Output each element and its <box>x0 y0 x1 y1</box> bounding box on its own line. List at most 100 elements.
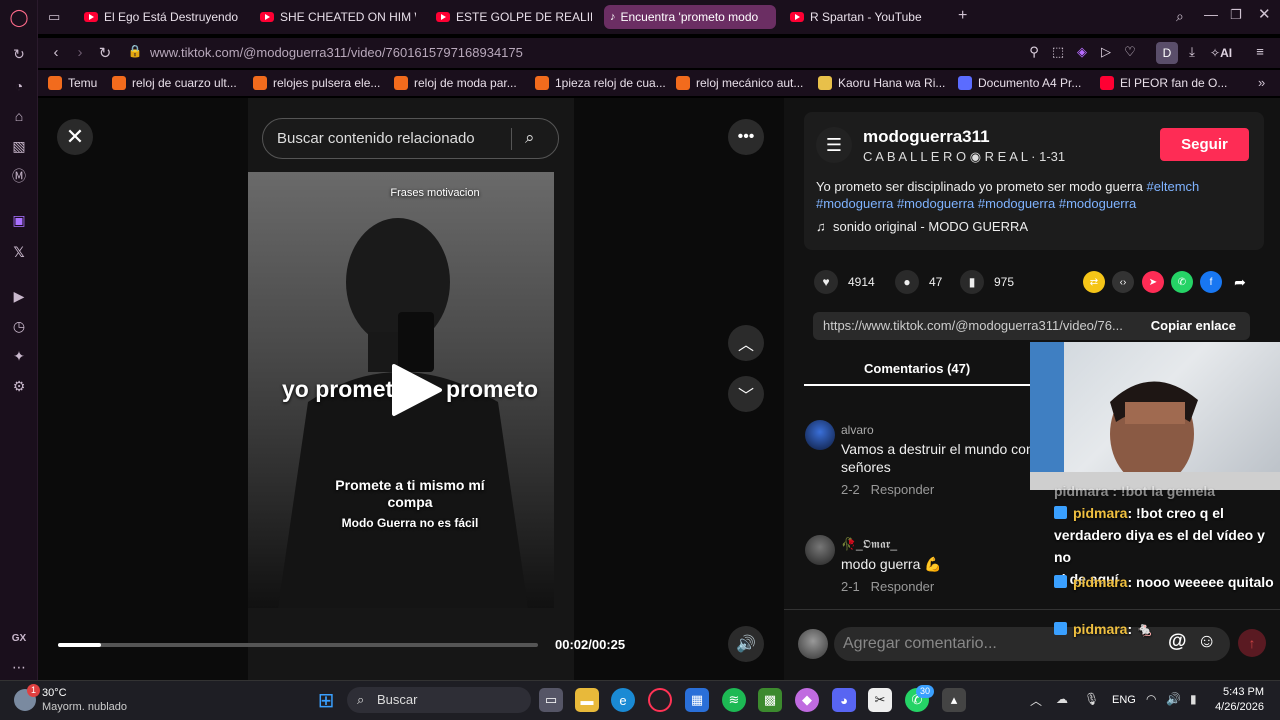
mail-icon[interactable]: Ⓜ <box>9 166 29 186</box>
file-explorer-icon[interactable]: ▬ <box>575 688 599 712</box>
embed-icon[interactable]: ‹› <box>1112 271 1134 293</box>
speaker-icon[interactable]: 🔊 <box>1166 692 1181 706</box>
clock-time[interactable]: 5:43 PM <box>1218 686 1264 698</box>
weather-temp[interactable]: 30°C <box>42 687 67 699</box>
bookmark-item[interactable]: 1pieza reloj de cua... <box>535 75 666 91</box>
taskbar-search[interactable]: ⌕ Buscar <box>347 687 531 713</box>
tab-4-active[interactable]: ♪ Encuentra 'prometo modo <box>604 5 776 29</box>
previous-video-icon[interactable]: ︿ <box>728 325 764 361</box>
battery-icon[interactable]: ▮ <box>1190 692 1197 706</box>
send-icon[interactable]: ➤ <box>1142 271 1164 293</box>
more-icon[interactable]: ⋯ <box>9 657 29 677</box>
copilot-icon[interactable]: ◆ <box>795 688 819 712</box>
volume-icon[interactable]: 🔊 <box>728 626 764 662</box>
minecraft-icon[interactable]: ▩ <box>758 688 782 712</box>
bookmark-item[interactable]: Kaoru Hana wa Ri... <box>818 75 945 91</box>
hashtag[interactable]: #modoguerra <box>897 196 974 211</box>
new-tab-icon[interactable]: + <box>958 7 967 25</box>
speed-icon[interactable]: ◔ <box>9 76 29 96</box>
tab-3[interactable]: ESTE GOLPE DE REALIDAD <box>430 5 592 29</box>
back-icon[interactable]: ‹ <box>46 44 66 61</box>
reply-link[interactable]: Responder <box>871 482 935 497</box>
author-username[interactable]: modoguerra311 <box>863 127 990 147</box>
comment-stat[interactable]: ● 47 <box>895 270 942 294</box>
hashtag[interactable]: #modoguerra <box>978 196 1055 211</box>
mention-icon[interactable]: @ <box>1168 631 1187 653</box>
restore-icon[interactable]: ❐ <box>1230 7 1242 23</box>
menu-icon[interactable]: ≡ <box>1250 44 1270 59</box>
tab-1[interactable]: El Ego Está Destruyendo a <box>78 5 240 29</box>
task-view-icon[interactable]: ▭ <box>539 688 563 712</box>
avatar[interactable] <box>805 420 835 450</box>
minimize-icon[interactable]: — <box>1204 6 1218 22</box>
url-field[interactable]: www.tiktok.com/@modoguerra311/video/7601… <box>150 42 980 64</box>
flow-icon[interactable]: ⌂ <box>9 106 29 126</box>
opera-logo-icon[interactable]: ◯ <box>9 8 29 28</box>
store-icon[interactable]: ▦ <box>685 688 709 712</box>
microphone-icon[interactable]: 🎙 <box>1084 692 1099 706</box>
whatsapp-icon[interactable]: ✆ <box>1171 271 1193 293</box>
author-avatar[interactable]: ☰ <box>816 127 852 163</box>
link-field[interactable]: https://www.tiktok.com/@modoguerra311/vi… <box>813 312 1250 340</box>
onedrive-icon[interactable]: ☁ <box>1056 692 1068 706</box>
share-arrow-icon[interactable]: ➦ <box>1229 271 1251 293</box>
ai-button[interactable]: ✧AI <box>1210 46 1232 60</box>
refresh-sidebar-icon[interactable]: ↻ <box>9 44 29 64</box>
windows-start-icon[interactable]: ⊞ <box>314 688 338 712</box>
post-comment-button[interactable]: ↑ <box>1238 629 1266 657</box>
close-icon[interactable]: ✕ <box>57 119 93 155</box>
search-icon[interactable]: ⌕ <box>525 128 535 148</box>
pin-icon[interactable]: ⚲ <box>1024 44 1044 60</box>
emoji-icon[interactable]: ☺ <box>1197 631 1216 653</box>
hashtag[interactable]: #eltemch <box>1147 179 1200 194</box>
opera-gx-icon[interactable] <box>648 688 672 712</box>
sound-row[interactable]: ♫ sonido original - MODO GUERRA <box>816 219 1028 234</box>
app-icon[interactable]: ▴ <box>942 688 966 712</box>
profile-avatar[interactable]: D <box>1156 42 1178 64</box>
tab-comments[interactable]: Comentarios (47) <box>864 361 970 376</box>
extensions-icon[interactable]: ✦ <box>9 346 29 366</box>
tab-menu-icon[interactable]: ▭ <box>48 9 60 25</box>
facebook-icon[interactable]: f <box>1200 271 1222 293</box>
discord-icon[interactable]: ◕ <box>832 688 856 712</box>
hashtag[interactable]: #modoguerra <box>816 196 893 211</box>
avatar[interactable] <box>805 535 835 565</box>
more-options-icon[interactable]: ••• <box>728 119 764 155</box>
close-window-icon[interactable]: ✕ <box>1258 5 1271 23</box>
edge-icon[interactable]: e <box>611 688 635 712</box>
bookmark-item[interactable]: relojes pulsera ele... <box>253 75 380 91</box>
tray-chevron-icon[interactable]: ︿ <box>1030 692 1042 709</box>
shield-icon[interactable]: ▧ <box>9 136 29 156</box>
history-icon[interactable]: ◷ <box>9 316 29 336</box>
bookmark-item[interactable]: El PEOR fan de O... <box>1100 75 1227 91</box>
wifi-icon[interactable]: ◠ <box>1146 692 1156 706</box>
more-bookmarks-icon[interactable]: » <box>1258 75 1265 90</box>
play-icon[interactable]: ▷ <box>1096 44 1116 60</box>
twitch-icon[interactable]: ▣ <box>9 210 29 230</box>
copy-link-button[interactable]: Copiar enlace <box>1151 312 1236 340</box>
bookmark-item[interactable]: reloj de cuarzo ult... <box>112 75 237 91</box>
language-indicator[interactable]: ENG <box>1112 694 1136 706</box>
hashtag[interactable]: #modoguerra <box>1059 196 1136 211</box>
comment-username[interactable]: alvaro <box>841 423 874 437</box>
player-icon[interactable]: ▶ <box>9 286 29 306</box>
next-video-icon[interactable]: ﹀ <box>728 376 764 412</box>
save-stat[interactable]: ▮ 975 <box>960 270 1014 294</box>
vpn-icon[interactable]: ◈ <box>1072 44 1092 60</box>
repost-icon[interactable]: ⇄ <box>1083 271 1105 293</box>
related-search-input[interactable]: Buscar contenido relacionado ⌕ <box>262 118 559 159</box>
settings-icon[interactable]: ⚙ <box>9 376 29 396</box>
spotify-icon[interactable]: ≋ <box>722 688 746 712</box>
forward-icon[interactable]: › <box>70 44 90 61</box>
bookmark-item[interactable]: reloj de moda par... <box>394 75 517 91</box>
tab-2[interactable]: SHE CHEATED ON HIM W <box>254 5 416 29</box>
snapshot-icon[interactable]: ⬚ <box>1048 44 1068 60</box>
reload-icon[interactable]: ↻ <box>95 44 115 62</box>
tab-5[interactable]: R Spartan - YouTube <box>784 5 946 29</box>
like-stat[interactable]: ♥ 4914 <box>814 270 875 294</box>
follow-button[interactable]: Seguir <box>1160 128 1249 161</box>
comment-username[interactable]: 🥀_𝕺𝖒𝖆𝖗_ <box>841 537 897 552</box>
bookmark-item[interactable]: Temu <box>48 75 97 91</box>
snipping-icon[interactable]: ✂ <box>868 688 892 712</box>
search-tabs-icon[interactable]: ⌕ <box>1176 8 1184 25</box>
